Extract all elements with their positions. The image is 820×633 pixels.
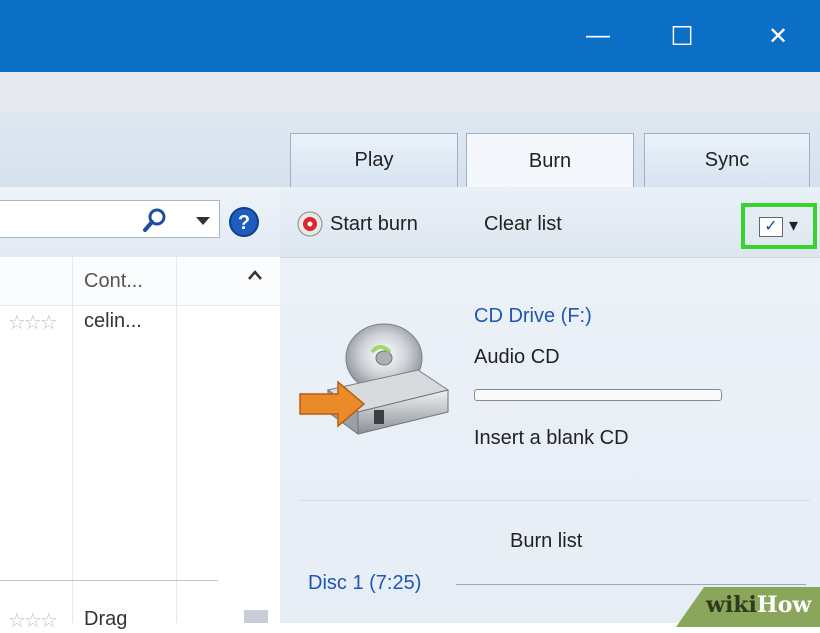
disc-type-label: Audio CD [474, 346, 560, 368]
disc-header-line [456, 584, 806, 585]
contributor-cell: celin... [84, 310, 142, 332]
section-divider [0, 580, 218, 581]
rating-stars[interactable]: ☆☆☆ [8, 608, 58, 633]
contributor-column-header[interactable]: Cont... [84, 270, 143, 293]
tab-burn-label: Burn [528, 150, 572, 172]
burn-progress-bar [474, 389, 722, 401]
start-burn-button[interactable]: Start burn [330, 213, 418, 236]
checklist-icon: ✓ [759, 217, 783, 237]
watermark-wiki: wiki [706, 592, 757, 618]
drive-status-text: Insert a blank CD [474, 427, 629, 449]
scrollbar-thumb[interactable] [244, 610, 268, 623]
contributor-cell: Drag [84, 608, 128, 630]
column-divider [72, 257, 73, 623]
burn-options-button[interactable]: ✓ ▾ [741, 203, 817, 249]
search-dropdown-icon[interactable] [194, 214, 212, 228]
scroll-up-icon[interactable] [246, 268, 264, 282]
disc-header[interactable]: Disc 1 (7:25) [308, 572, 421, 595]
section-divider [300, 500, 810, 501]
tab-sync-label: Sync [704, 149, 750, 171]
search-input[interactable] [0, 200, 220, 238]
menu-bar [0, 72, 820, 113]
tab-burn[interactable]: Burn [466, 133, 634, 189]
tab-play-label: Play [354, 149, 394, 171]
rating-stars[interactable]: ☆☆☆ [8, 310, 58, 335]
tab-play[interactable]: Play [290, 133, 458, 187]
minimize-icon: — [586, 22, 610, 49]
clear-list-button[interactable]: Clear list [484, 213, 562, 236]
cd-drive-icon [299, 323, 450, 435]
watermark-logo: wikiHow [706, 592, 811, 618]
maximize-icon: ☐ [670, 20, 694, 51]
chevron-down-icon: ▾ [789, 215, 799, 235]
minimize-button[interactable]: — [568, 0, 628, 72]
maximize-button[interactable]: ☐ [652, 0, 712, 72]
column-divider [176, 257, 177, 623]
search-icon[interactable] [140, 206, 170, 236]
watermark-how: How [756, 592, 812, 618]
help-icon[interactable]: ? [228, 206, 260, 238]
drive-name-link[interactable]: CD Drive (F:) [474, 305, 592, 328]
start-burn-icon[interactable] [296, 210, 324, 238]
tab-sync[interactable]: Sync [644, 133, 810, 187]
close-icon: ✕ [767, 22, 789, 50]
burn-list-title: Burn list [510, 530, 583, 552]
svg-text:?: ? [238, 212, 250, 234]
close-button[interactable]: ✕ [748, 0, 808, 72]
